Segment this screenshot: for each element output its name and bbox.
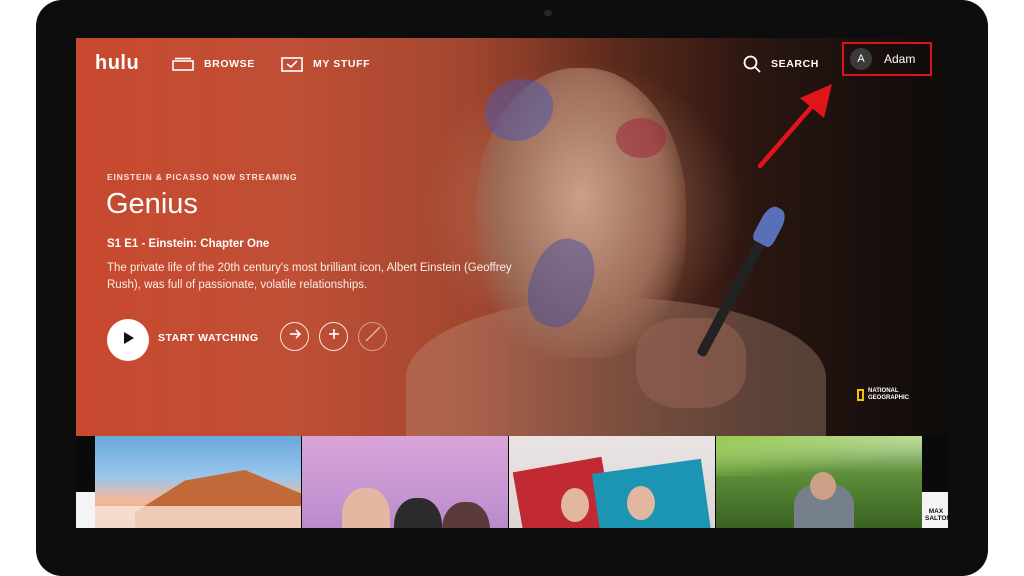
network-logo: NATIONAL GEOGRAPHIC — [857, 388, 918, 401]
content-tile[interactable] — [509, 436, 715, 528]
network-name: NATIONAL GEOGRAPHIC — [868, 388, 910, 401]
person-image — [342, 488, 390, 528]
browse-icon — [172, 57, 194, 71]
content-tile[interactable] — [716, 436, 922, 528]
user-name: Adam — [884, 52, 916, 66]
user-profile-button[interactable]: A Adam — [842, 42, 932, 76]
person-image — [810, 472, 836, 500]
person-image — [442, 502, 490, 528]
nav-search[interactable]: SEARCH — [743, 54, 819, 74]
hero-figure-hand — [636, 318, 746, 408]
cloud-image — [95, 506, 301, 528]
start-watching-button[interactable]: START WATCHING — [158, 332, 259, 344]
search-icon — [743, 55, 761, 73]
nav-browse-label: BROWSE — [204, 58, 255, 70]
nav-my-stuff[interactable]: MY STUFF — [281, 54, 370, 74]
remove-slash-icon — [362, 323, 384, 350]
content-tile[interactable] — [302, 436, 508, 528]
hero-eyebrow: EINSTEIN & PICASSO NOW STREAMING — [107, 172, 298, 182]
play-icon — [120, 330, 136, 351]
hulu-screen: hulu BROWSE MY STUFF SEARCH A Adam EINST… — [76, 38, 948, 528]
nav-my-stuff-label: MY STUFF — [313, 58, 371, 70]
leaf-image — [716, 436, 922, 476]
content-tile[interactable] — [95, 436, 301, 528]
content-row: MAX SALTON — [76, 436, 948, 528]
person-image — [627, 486, 655, 520]
callout-arrow-icon — [757, 84, 832, 169]
hero-title: Genius — [106, 188, 198, 220]
add-to-my-stuff-button[interactable] — [319, 322, 348, 351]
paintbrush-tip — [750, 203, 790, 249]
person-image — [394, 498, 442, 528]
episode-description: The private life of the 20th century's m… — [107, 262, 512, 291]
row-edge — [76, 492, 95, 528]
plus-icon — [327, 327, 341, 346]
remove-button[interactable] — [358, 322, 387, 351]
details-button[interactable] — [280, 322, 309, 351]
channel-badge: MAX SALTON — [925, 508, 948, 522]
nav-search-label: SEARCH — [771, 58, 819, 70]
episode-title: S1 E1 - Einstein: Chapter One — [107, 238, 270, 250]
hulu-logo[interactable]: hulu — [95, 52, 139, 75]
arrow-right-icon — [288, 327, 302, 346]
my-stuff-icon — [281, 56, 303, 72]
paint-streak — [616, 118, 666, 158]
person-image — [561, 488, 589, 522]
nat-geo-frame-icon — [857, 388, 864, 401]
avatar: A — [850, 48, 872, 70]
play-button[interactable] — [107, 319, 149, 361]
camera-dot — [544, 10, 552, 16]
nav-browse[interactable]: BROWSE — [172, 54, 255, 74]
